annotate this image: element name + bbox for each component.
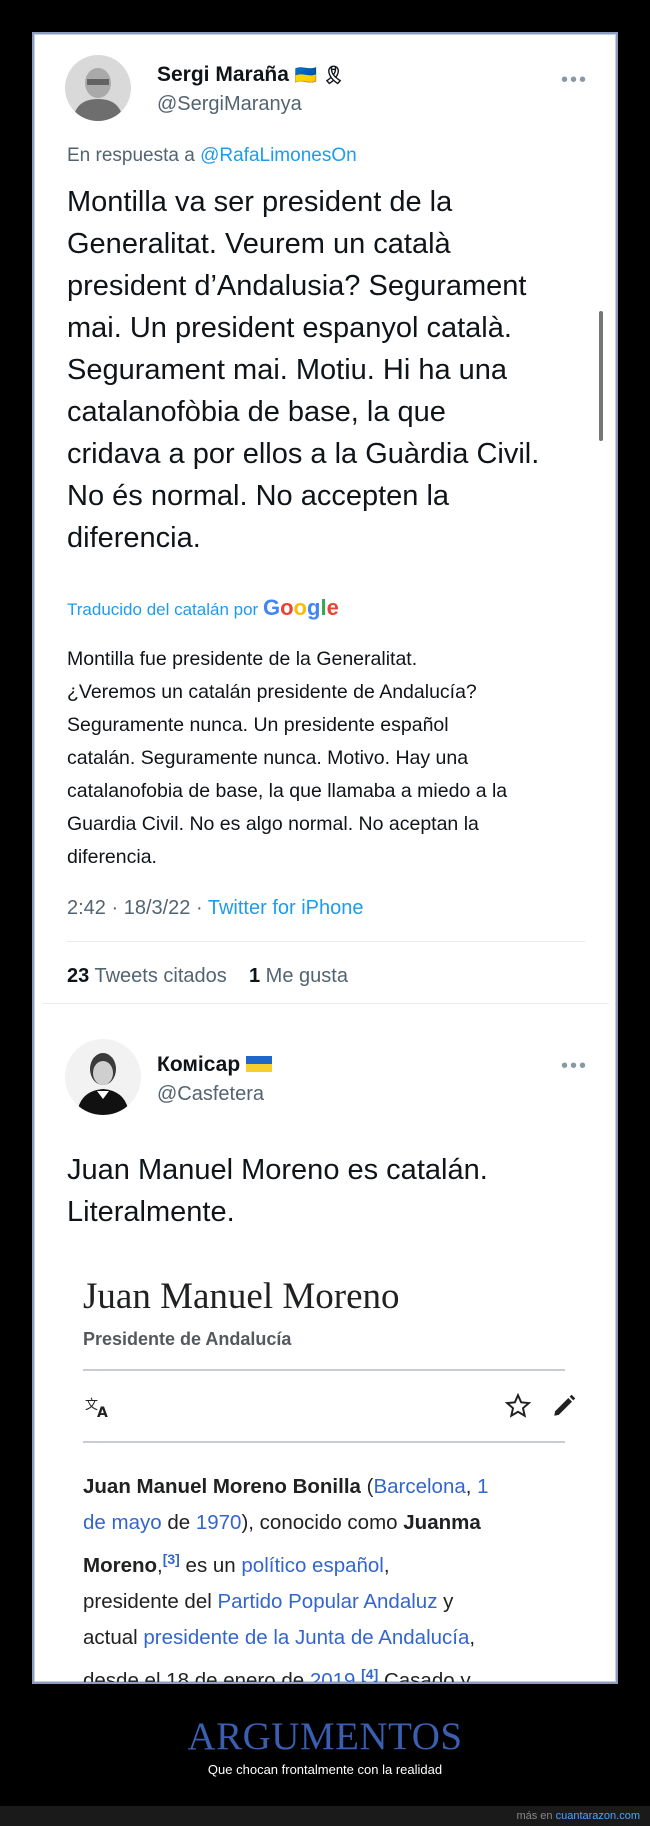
- wiki-paragraph: Juan Manuel Moreno Bonilla (Barcelona, 1…: [83, 1469, 583, 1682]
- caption-subtitle: Que chocan frontalmente con la realidad: [207, 1762, 443, 1777]
- caption-title: ARGUMENTOS: [187, 1715, 463, 1758]
- display-name[interactable]: Комісар: [157, 1053, 273, 1077]
- star-icon: [504, 1392, 532, 1424]
- tweet-text: Juan Manuel Moreno es catalán. Literalme…: [67, 1149, 597, 1233]
- scrollbar[interactable]: [599, 311, 603, 441]
- link-junta[interactable]: presidente de la Junta de Andalucía: [143, 1626, 469, 1649]
- translation-text: Montilla fue presidente de la Generalita…: [67, 643, 597, 874]
- tweet-line: Juan Manuel Moreno es catalán.: [67, 1154, 488, 1186]
- reference-3[interactable]: [3]: [163, 1551, 180, 1567]
- footer-text: más en cuantarazon.com: [516, 1810, 640, 1822]
- translated-by[interactable]: Traducido del catalán por Google: [67, 595, 339, 621]
- translation-line: catalanofobia de base, la que llamaba a …: [67, 780, 508, 802]
- google-logo: Google: [262, 595, 339, 620]
- display-name[interactable]: Sergi Maraña 🇺🇦 🎗: [157, 63, 345, 87]
- tweet-stats: 23 Tweets citados 1 Me gusta: [67, 965, 348, 988]
- avatar[interactable]: [65, 1039, 141, 1115]
- tweet-line: Generalitat. Veurem un català: [67, 228, 451, 260]
- link-partido[interactable]: Partido Popular Andaluz: [217, 1590, 437, 1613]
- screenshot-area: Sergi Maraña 🇺🇦 🎗 @SergiMaranya ••• En r…: [34, 34, 616, 1682]
- edit-pencil-icon: [551, 1393, 577, 1424]
- timestamp[interactable]: 2:42 · 18/3/22 ·: [67, 897, 203, 919]
- quotes-stat[interactable]: 23 Tweets citados: [67, 965, 227, 987]
- likes-stat[interactable]: 1 Me gusta: [249, 965, 348, 987]
- site-link[interactable]: cuantarazon.com: [556, 1810, 640, 1822]
- tweet-line: Segurament mai. Motiu. Hi ha una: [67, 354, 508, 386]
- divider: [83, 1441, 565, 1443]
- tweet-line: president d’Andalusia? Segurament: [67, 270, 527, 302]
- tweet-line: mai. Un president espanyol català.: [67, 312, 512, 344]
- more-options-icon[interactable]: •••: [561, 69, 588, 92]
- attached-image-wikipedia[interactable]: Juan Manuel Moreno Presidente de Andaluc…: [67, 1255, 597, 1682]
- meme-frame: Sergi Maraña 🇺🇦 🎗 @SergiMaranya ••• En r…: [32, 32, 618, 1684]
- translation-line: ¿Veremos un catalán presidente de Andalu…: [67, 681, 477, 703]
- tweet-line: diferencia.: [67, 522, 201, 554]
- link-2019[interactable]: 2019: [310, 1669, 356, 1682]
- tweet-text: Montilla va ser president de la Generali…: [67, 181, 597, 559]
- tweet-line: Montilla va ser president de la: [67, 186, 453, 218]
- tweet-meta: 2:42 · 18/3/22 · Twitter for iPhone: [67, 897, 363, 920]
- translation-line: Montilla fue presidente de la Generalita…: [67, 648, 418, 670]
- reply-context: En respuesta a @RafaLimonesOn: [67, 145, 357, 166]
- wiki-subtitle: Presidente de Andalucía: [83, 1329, 292, 1349]
- divider: [43, 1003, 609, 1004]
- more-options-icon[interactable]: •••: [561, 1055, 588, 1078]
- wiki-title: Juan Manuel Moreno: [83, 1276, 400, 1317]
- tweet-line: catalanofòbia de base, la que: [67, 396, 446, 428]
- svg-text:A: A: [97, 1405, 108, 1419]
- ukraine-flag-icon: [246, 1056, 273, 1072]
- footer-bar: más en cuantarazon.com: [0, 1806, 650, 1826]
- reference-4[interactable]: [4]: [361, 1666, 378, 1682]
- flag-ribbon-icon: 🇺🇦 🎗: [294, 65, 345, 85]
- link-year[interactable]: 1970: [196, 1511, 242, 1534]
- source-link[interactable]: Twitter for iPhone: [208, 897, 364, 919]
- translation-line: Guardia Civil. No es algo normal. No ace…: [67, 813, 479, 835]
- tweet-line: No és normal. No accepten la: [67, 480, 450, 512]
- link-politico[interactable]: político español: [241, 1554, 383, 1577]
- translation-line: Seguramente nunca. Un presidente español: [67, 714, 449, 736]
- link-barcelona[interactable]: Barcelona: [373, 1475, 465, 1498]
- user-handle[interactable]: @SergiMaranya: [157, 93, 302, 116]
- divider: [67, 941, 585, 942]
- reply-mention-link[interactable]: @RafaLimonesOn: [200, 145, 357, 166]
- tweet-line: cridava a por ellos a la Guàrdia Civil.: [67, 438, 540, 470]
- tweet-line: Literalmente.: [67, 1196, 235, 1228]
- divider: [83, 1369, 565, 1371]
- avatar[interactable]: [65, 55, 131, 121]
- user-handle[interactable]: @Casfetera: [157, 1083, 264, 1106]
- translate-icon: 文 A: [85, 1395, 113, 1424]
- translation-line: diferencia.: [67, 846, 157, 868]
- translation-line: catalán. Seguramente nunca. Motivo. Hay …: [67, 747, 469, 769]
